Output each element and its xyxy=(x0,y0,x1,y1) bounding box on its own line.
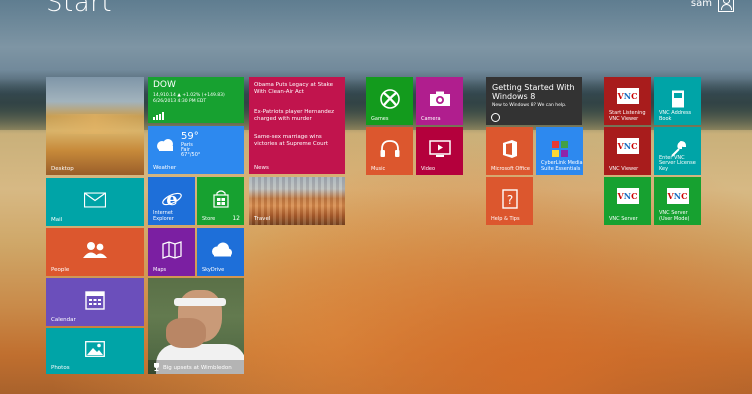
getting-started-tile[interactable]: Getting Started With Windows 8 New to Wi… xyxy=(486,77,582,125)
tile-label: Enter VNC Server License Key xyxy=(659,154,696,172)
envelope-icon xyxy=(84,192,106,208)
xbox-icon xyxy=(379,88,400,109)
tile-label: Mail xyxy=(51,217,63,223)
tile-label: CyberLink Media Suite Essentials xyxy=(541,160,583,172)
finance-quote: 14,910.14 ▲ +1.02% (+149.83) xyxy=(153,93,225,98)
tile-label: Microsoft Office xyxy=(491,165,530,172)
vnc-logo-icon: VNC xyxy=(616,188,639,205)
video-tile[interactable]: Video xyxy=(416,127,463,175)
store-bag-icon xyxy=(212,189,229,208)
tile-label: Music xyxy=(371,165,386,172)
finance-tile[interactable]: DOW 14,910.14 ▲ +1.02% (+149.83) 6/26/20… xyxy=(148,77,244,123)
sports-photo-hand xyxy=(166,318,206,348)
calendar-icon xyxy=(85,290,105,310)
headphones-icon xyxy=(380,139,399,157)
photos-tile[interactable]: Photos xyxy=(46,328,144,374)
tile-label: VNC Server (User Mode) xyxy=(659,210,690,222)
microsoft-office-tile[interactable]: Microsoft Office xyxy=(486,127,533,175)
office-icon xyxy=(502,139,517,158)
address-book-icon xyxy=(671,90,684,108)
vnc-server-user-mode-tile[interactable]: VNC VNC Server (User Mode) xyxy=(654,177,701,225)
tile-label: Games xyxy=(371,115,389,122)
tile-label: VNC Server xyxy=(609,215,638,222)
video-play-icon xyxy=(428,139,451,157)
weather-cloud-icon xyxy=(157,139,173,151)
camera-tile[interactable]: Camera xyxy=(416,77,463,125)
news-headline: Same-sex marriage wins victories at Supr… xyxy=(254,134,328,147)
cyberlink-icon xyxy=(551,140,568,157)
tile-label: Internet Explorer xyxy=(153,210,174,222)
user-account[interactable]: sam xyxy=(691,0,734,12)
sports-tile[interactable]: Big upsets at Wimbledon xyxy=(148,278,244,374)
weather-tile[interactable]: 59° Paris Fair 67°/50° Weather xyxy=(148,126,244,174)
vnc-viewer-tile[interactable]: VNC VNC Viewer xyxy=(604,127,651,175)
finance-index-name: DOW xyxy=(153,80,176,90)
music-tile[interactable]: Music xyxy=(366,127,413,175)
vnc-logo-icon: VNC xyxy=(616,138,639,155)
news-headline: Obama Puts Legacy at Stake With Clean-Ai… xyxy=(254,82,334,95)
weather-temperature: 59° xyxy=(181,131,199,142)
desktop-tile[interactable]: Desktop xyxy=(46,77,144,175)
weather-range: 67°/50° xyxy=(181,152,201,158)
vnc-start-listening-tile[interactable]: VNC Start Listening VNC Viewer xyxy=(604,77,651,125)
user-name: sam xyxy=(690,0,712,9)
getting-started-subtitle: New to Windows 8? We can help. xyxy=(492,103,567,108)
vnc-server-tile[interactable]: VNC VNC Server xyxy=(604,177,651,225)
photo-icon xyxy=(85,340,105,357)
vnc-license-key-tile[interactable]: Enter VNC Server License Key xyxy=(654,127,701,175)
tile-label: Help & Tips xyxy=(491,215,520,222)
tile-label: Store xyxy=(202,215,216,222)
help-tips-tile[interactable]: ? Help & Tips xyxy=(486,177,533,225)
dell-logo-icon xyxy=(491,113,500,122)
camera-icon xyxy=(429,91,450,106)
news-headline: Ex-Patriots player Hernandez charged wit… xyxy=(254,109,335,122)
tile-label: Camera xyxy=(421,115,441,122)
travel-tile[interactable]: Travel xyxy=(249,177,345,225)
internet-explorer-tile[interactable]: e Internet Explorer xyxy=(148,177,195,225)
cloud-icon xyxy=(211,242,232,257)
sports-photo-headband xyxy=(174,298,226,306)
tile-label: Calendar xyxy=(51,317,76,323)
tile-label: Weather xyxy=(153,165,177,171)
getting-started-title: Getting Started With Windows 8 xyxy=(492,83,575,101)
tile-label: Travel xyxy=(254,216,271,222)
games-tile[interactable]: Games xyxy=(366,77,413,125)
trophy-icon xyxy=(154,363,159,371)
tile-label: Start Listening VNC Viewer xyxy=(609,110,646,122)
svg-text:?: ? xyxy=(506,193,512,207)
tile-label: Video xyxy=(421,165,436,172)
vnc-address-book-tile[interactable]: VNC Address Book xyxy=(654,77,701,125)
vnc-logo-icon: VNC xyxy=(666,188,689,205)
tile-label: VNC Viewer xyxy=(609,165,639,172)
tile-label: People xyxy=(51,267,70,273)
tile-label: VNC Address Book xyxy=(659,110,692,122)
start-screen-title: Start xyxy=(46,0,113,18)
person-icon xyxy=(718,0,734,12)
internet-explorer-icon: e xyxy=(161,189,182,209)
people-icon xyxy=(83,241,107,258)
tile-label: SkyDrive xyxy=(202,266,225,273)
maps-tile[interactable]: Maps xyxy=(148,228,195,276)
svg-text:e: e xyxy=(166,189,177,209)
skydrive-tile[interactable]: SkyDrive xyxy=(197,228,244,276)
news-tile[interactable]: Obama Puts Legacy at Stake With Clean-Ai… xyxy=(249,77,345,174)
finance-timestamp: 6/26/2013 4:30 PM EDT xyxy=(153,99,207,104)
tile-label: News xyxy=(254,165,269,171)
store-tile[interactable]: Store 12 xyxy=(197,177,244,225)
help-icon: ? xyxy=(501,188,518,209)
tile-label: Photos xyxy=(51,365,70,371)
tile-label: Maps xyxy=(153,266,167,273)
people-tile[interactable]: People xyxy=(46,228,144,276)
map-icon xyxy=(161,240,182,259)
tile-label: Desktop xyxy=(51,166,74,172)
cyberlink-tile[interactable]: CyberLink Media Suite Essentials xyxy=(536,127,583,175)
vnc-logo-icon: VNC xyxy=(616,88,639,105)
tile-label: Big upsets at Wimbledon xyxy=(163,365,232,371)
store-update-count: 12 xyxy=(232,215,240,222)
chart-up-icon xyxy=(153,112,164,120)
mail-tile[interactable]: Mail xyxy=(46,178,144,226)
calendar-tile[interactable]: Calendar xyxy=(46,278,144,326)
